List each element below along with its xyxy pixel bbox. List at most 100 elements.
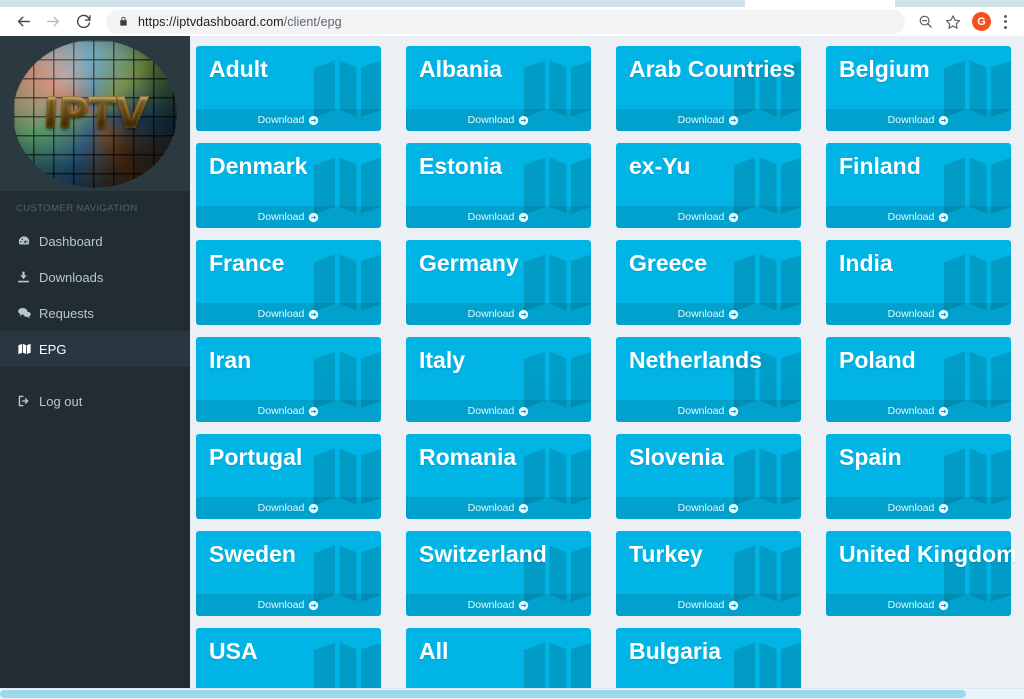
zoom-out-button[interactable]	[911, 9, 939, 35]
epg-card[interactable]: Romania Download	[406, 434, 591, 519]
address-bar[interactable]: https://iptvdashboard.com/client/epg	[106, 9, 905, 34]
download-label: Download	[467, 599, 515, 611]
arrow-circle-right-icon	[308, 406, 319, 417]
main-content: Adult Download Albania Download Arab Countri…	[190, 36, 1024, 699]
site-logo[interactable]: IPTV	[0, 36, 190, 191]
download-label: Download	[257, 599, 305, 611]
epg-card[interactable]: Albania Download	[406, 46, 591, 131]
download-label: Download	[257, 405, 305, 417]
download-label: Download	[887, 502, 935, 514]
arrow-right-icon	[46, 16, 59, 27]
sidebar-item-dashboard[interactable]: Dashboard	[0, 223, 190, 259]
epg-card-title: Bulgaria	[629, 638, 722, 664]
epg-card-title: France	[209, 250, 285, 276]
epg-card-download-button[interactable]: Download	[406, 400, 591, 422]
arrow-circle-right-icon	[728, 600, 739, 611]
download-label: Download	[677, 502, 725, 514]
arrow-circle-right-icon	[728, 503, 739, 514]
epg-card[interactable]: Belgium Download	[826, 46, 1011, 131]
epg-card[interactable]: Netherlands Download	[616, 337, 801, 422]
epg-card[interactable]: Iran Download	[196, 337, 381, 422]
epg-card[interactable]: Finland Download	[826, 143, 1011, 228]
epg-card-download-button[interactable]: Download	[616, 303, 801, 325]
star-icon	[945, 14, 961, 29]
epg-card[interactable]: United Kingdom Download	[826, 531, 1017, 616]
sidebar-item-downloads[interactable]: Downloads	[0, 259, 190, 295]
horizontal-scrollbar[interactable]	[0, 688, 1024, 699]
profile-avatar[interactable]: G	[972, 12, 991, 31]
epg-card-download-button[interactable]: Download	[616, 206, 801, 228]
epg-card-download-button[interactable]: Download	[196, 594, 381, 616]
reload-button[interactable]	[68, 9, 98, 35]
epg-card[interactable]: ex-Yu Download	[616, 143, 801, 228]
epg-card-download-button[interactable]: Download	[826, 400, 1011, 422]
page-viewport: IPTV CUSTOMER NAVIGATION Dashboard Downl…	[0, 36, 1024, 699]
epg-card-download-button[interactable]: Download	[406, 206, 591, 228]
epg-card-download-button[interactable]: Download	[406, 109, 591, 131]
epg-card-download-button[interactable]: Download	[196, 400, 381, 422]
epg-card-download-button[interactable]: Download	[616, 497, 801, 519]
sidebar-item-label: Downloads	[39, 269, 104, 285]
epg-card[interactable]: India Download	[826, 240, 1011, 325]
epg-card[interactable]: Arab Countries Download	[616, 46, 801, 131]
sidebar-item-epg[interactable]: EPG	[0, 331, 190, 367]
epg-card-download-button[interactable]: Download	[826, 206, 1011, 228]
epg-card-download-button[interactable]: Download	[616, 594, 801, 616]
epg-card-download-button[interactable]: Download	[406, 497, 591, 519]
sidebar-item-logout[interactable]: Log out	[0, 383, 190, 419]
epg-card[interactable]: Slovenia Download	[616, 434, 801, 519]
back-button[interactable]	[8, 9, 38, 35]
sidebar-item-requests[interactable]: Requests	[0, 295, 190, 331]
download-label: Download	[467, 308, 515, 320]
url-path: /client/epg	[283, 14, 342, 29]
epg-card[interactable]: Denmark Download	[196, 143, 381, 228]
epg-card-download-button[interactable]: Download	[406, 594, 591, 616]
download-label: Download	[257, 502, 305, 514]
epg-card-download-button[interactable]: Download	[826, 303, 1011, 325]
epg-card-download-button[interactable]: Download	[826, 594, 1011, 616]
epg-card-title: Italy	[419, 347, 466, 373]
epg-card-download-button[interactable]: Download	[826, 497, 1011, 519]
epg-card-download-button[interactable]: Download	[196, 497, 381, 519]
active-tab[interactable]	[745, 0, 895, 7]
epg-card-download-button[interactable]: Download	[196, 109, 381, 131]
epg-card-title: Denmark	[209, 153, 308, 179]
url-text: https://iptvdashboard.com/client/epg	[138, 15, 342, 29]
forward-button[interactable]	[38, 9, 68, 35]
epg-card[interactable]: Italy Download	[406, 337, 591, 422]
epg-card[interactable]: Germany Download	[406, 240, 591, 325]
lock-icon	[118, 15, 129, 28]
horizontal-scrollbar-thumb[interactable]	[0, 690, 966, 698]
epg-card[interactable]: Sweden Download	[196, 531, 381, 616]
arrow-circle-right-icon	[308, 115, 319, 126]
sidebar-section-header: CUSTOMER NAVIGATION	[0, 191, 190, 223]
sidebar-item-label: Dashboard	[39, 233, 103, 249]
epg-card[interactable]: Spain Download	[826, 434, 1011, 519]
epg-card-download-button[interactable]: Download	[406, 303, 591, 325]
logo-text: IPTV	[3, 88, 188, 138]
download-label: Download	[467, 502, 515, 514]
epg-card-download-button[interactable]: Download	[826, 109, 1011, 131]
arrow-circle-right-icon	[938, 600, 949, 611]
browser-menu-button[interactable]	[996, 9, 1014, 35]
epg-card-download-button[interactable]: Download	[616, 400, 801, 422]
epg-card-title: Arab Countries	[629, 56, 796, 82]
epg-card[interactable]: France Download	[196, 240, 381, 325]
epg-card[interactable]: Greece Download	[616, 240, 801, 325]
epg-card[interactable]: Estonia Download	[406, 143, 591, 228]
epg-card[interactable]: Portugal Download	[196, 434, 381, 519]
arrow-circle-right-icon	[518, 600, 529, 611]
epg-card[interactable]: Poland Download	[826, 337, 1011, 422]
epg-card-download-button[interactable]: Download	[196, 303, 381, 325]
epg-card[interactable]: Adult Download	[196, 46, 381, 131]
arrow-circle-right-icon	[308, 600, 319, 611]
epg-card-download-button[interactable]: Download	[616, 109, 801, 131]
epg-card-grid: Adult Download Albania Download Arab Countri…	[196, 46, 1024, 699]
epg-card-title: Finland	[839, 153, 921, 179]
epg-card[interactable]: Switzerland Download	[406, 531, 591, 616]
bookmark-button[interactable]	[939, 9, 967, 35]
sidebar-divider	[0, 367, 190, 383]
download-label: Download	[887, 211, 935, 223]
epg-card-download-button[interactable]: Download	[196, 206, 381, 228]
epg-card[interactable]: Turkey Download	[616, 531, 801, 616]
